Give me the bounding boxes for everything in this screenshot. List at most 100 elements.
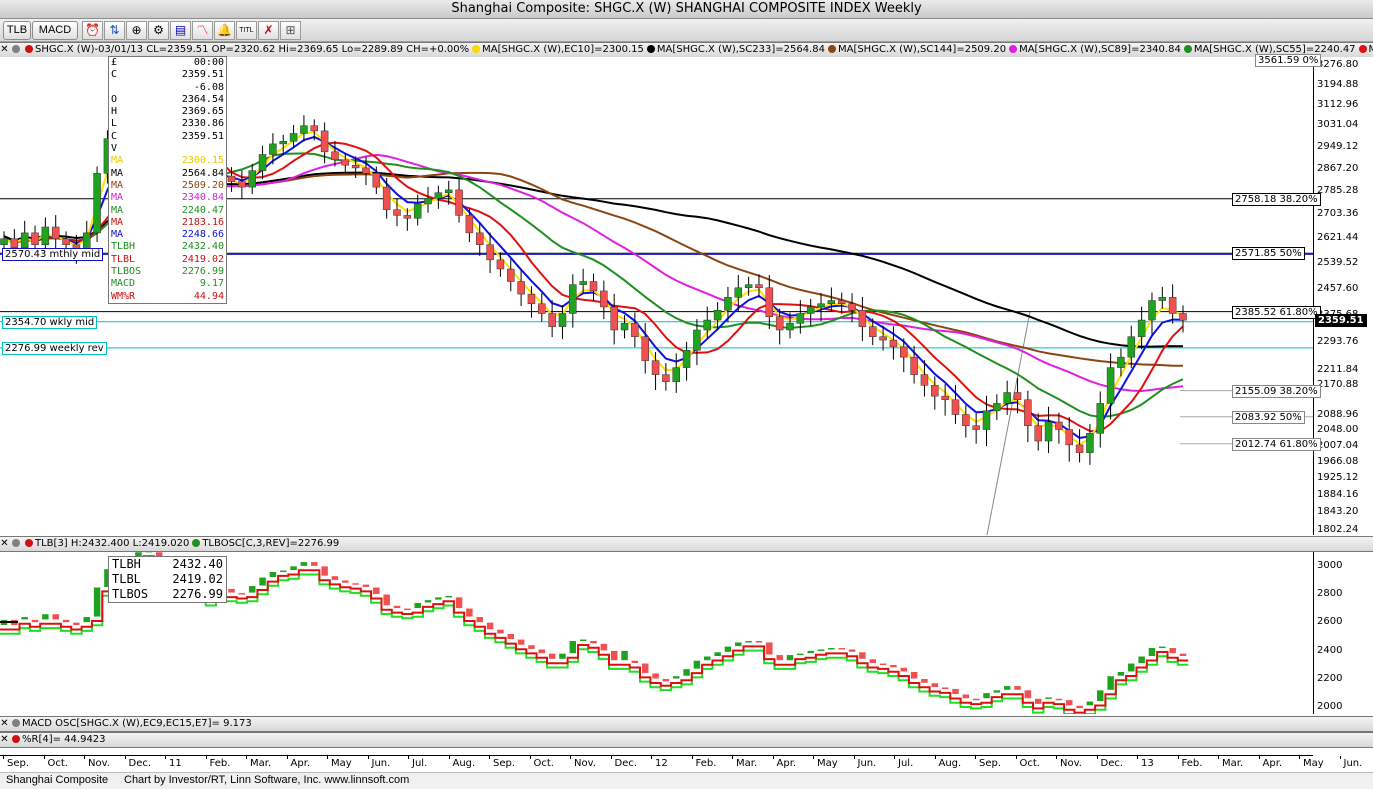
bell-icon[interactable]: 🔔 bbox=[214, 21, 235, 40]
time-axis-tick bbox=[1258, 756, 1260, 759]
candle-down bbox=[1013, 392, 1022, 401]
candle-up bbox=[1127, 336, 1136, 358]
title-icon[interactable]: TITL bbox=[236, 21, 257, 40]
candle-up bbox=[827, 300, 836, 304]
tlb-brick-down bbox=[486, 622, 494, 630]
tlb-brick-up bbox=[558, 653, 567, 660]
data-window-key: MA bbox=[111, 216, 124, 228]
candle-up bbox=[579, 281, 587, 285]
zoom-icon[interactable]: ⊕ bbox=[126, 21, 147, 40]
price-tick-label: 2703.36 bbox=[1317, 208, 1359, 220]
tlb-brick-up bbox=[434, 596, 443, 601]
color-dot-icon bbox=[12, 719, 20, 727]
bars-settings-icon[interactable]: ⇅ bbox=[104, 21, 125, 40]
candle-up bbox=[786, 323, 794, 331]
tlb-brick-down bbox=[879, 663, 887, 666]
candle-up bbox=[0, 238, 8, 245]
price-summary: SHGC.X (W)-03/01/13 CL=2359.51 OP=2320.6… bbox=[35, 44, 470, 55]
candle-down bbox=[610, 306, 618, 331]
candle-up bbox=[1003, 392, 1011, 404]
fib-label: 2155.09 38.20% bbox=[1232, 384, 1321, 398]
tlb-brick-down bbox=[920, 678, 929, 684]
close-icon[interactable]: ✕ bbox=[0, 43, 9, 57]
tlb-brick-down bbox=[755, 640, 763, 643]
candle-down bbox=[548, 313, 556, 327]
tlb-brick-down bbox=[931, 682, 939, 688]
gear-icon[interactable]: ⚙ bbox=[148, 21, 169, 40]
tlb-brick-down bbox=[662, 678, 670, 682]
tlb-brick-down bbox=[465, 608, 474, 618]
candle-up bbox=[1148, 300, 1156, 321]
data-window-row: WM%R 44.94 bbox=[109, 291, 226, 303]
candle-down bbox=[320, 130, 329, 153]
data-window-row: MA 2248.66 bbox=[109, 229, 226, 241]
data-window-value: 2248.66 bbox=[181, 229, 224, 241]
tlb-brick-up bbox=[289, 565, 298, 571]
tlb-brick-up bbox=[82, 616, 91, 623]
tlb-brick-down bbox=[941, 686, 949, 690]
candle-down bbox=[631, 323, 639, 337]
tlb-left-marker bbox=[0, 621, 18, 623]
close-icon[interactable]: ✕ bbox=[0, 537, 9, 551]
tlb-brick-down bbox=[475, 616, 484, 623]
data-window-row: TLBL 2419.02 bbox=[109, 254, 226, 266]
tlb-brick-up bbox=[982, 692, 991, 699]
candle-up bbox=[703, 319, 712, 331]
candle-down bbox=[755, 284, 763, 289]
data-window-key: MACD bbox=[111, 278, 136, 290]
time-axis-label: 11 bbox=[169, 758, 182, 769]
time-axis-tick bbox=[529, 756, 531, 759]
candle-up bbox=[269, 143, 277, 155]
candle-down bbox=[641, 336, 649, 361]
tlb-brick-up bbox=[269, 571, 277, 578]
candle-down bbox=[1034, 425, 1042, 442]
candle-down bbox=[910, 356, 918, 375]
tlb-brick-down bbox=[600, 643, 608, 651]
time-axis-label: Oct. bbox=[533, 758, 554, 769]
chart-window-icon[interactable]: ▤ bbox=[170, 21, 191, 40]
template-icon[interactable]: ⊞ bbox=[280, 21, 301, 40]
macd-button[interactable]: MACD bbox=[32, 21, 78, 40]
tlb-brick-down bbox=[837, 647, 846, 651]
data-window-key: O bbox=[111, 93, 118, 105]
tlb-brick-down bbox=[1168, 647, 1177, 654]
candle-down bbox=[600, 290, 608, 308]
alarm-clock-icon[interactable]: ⏰ bbox=[82, 21, 103, 40]
time-axis-tick bbox=[246, 756, 247, 759]
time-axis-tick bbox=[610, 756, 612, 759]
data-window-value: 2564.84 bbox=[181, 167, 224, 179]
time-axis-tick bbox=[894, 756, 895, 759]
tlb-brick-down bbox=[455, 596, 463, 609]
tlb-brick-down bbox=[910, 671, 918, 680]
candle-down bbox=[972, 425, 980, 430]
candle-up bbox=[413, 203, 422, 219]
ma-legend-item: MA[SHGC.X (W),SC233]=2564.84 bbox=[656, 44, 825, 55]
tlb-brick-up bbox=[1158, 646, 1167, 649]
time-axis-label: May bbox=[817, 758, 838, 769]
line-chart-icon[interactable]: 〽 bbox=[192, 21, 213, 40]
tlb-brick-up bbox=[1003, 685, 1011, 691]
price-tick-label: 1843.20 bbox=[1317, 506, 1359, 518]
draw-tool-icon[interactable]: ✗ bbox=[258, 21, 279, 40]
ma-legend-item: MA[SHGC.X (W),EC10]=2300.15 bbox=[482, 44, 644, 55]
fib-label: 2571.85 50% bbox=[1232, 247, 1305, 261]
tlb-brick-up bbox=[693, 660, 701, 670]
candle-down bbox=[775, 316, 784, 331]
time-axis-label: Nov. bbox=[574, 758, 596, 769]
time-axis-tick bbox=[84, 756, 85, 759]
price-tick-label: 3031.04 bbox=[1317, 119, 1359, 131]
data-window-value: 2300.15 bbox=[181, 155, 224, 167]
tlb-button[interactable]: TLB bbox=[3, 21, 31, 40]
candle-down bbox=[310, 125, 319, 132]
data-window-row: MACD 9.17 bbox=[109, 278, 226, 290]
top-fib-label: 3561.59 0% bbox=[1255, 54, 1322, 67]
time-axis-label: Jul. bbox=[898, 758, 914, 769]
data-window-row: H 2369.65 bbox=[109, 106, 226, 118]
time-axis-tick bbox=[367, 756, 369, 759]
candle-down bbox=[837, 300, 846, 304]
close-icon[interactable]: ✕ bbox=[0, 717, 9, 731]
data-window-key: MA bbox=[111, 229, 124, 241]
time-axis-label: May bbox=[1303, 758, 1324, 769]
close-icon[interactable]: ✕ bbox=[0, 733, 9, 747]
candle-down bbox=[941, 395, 949, 401]
